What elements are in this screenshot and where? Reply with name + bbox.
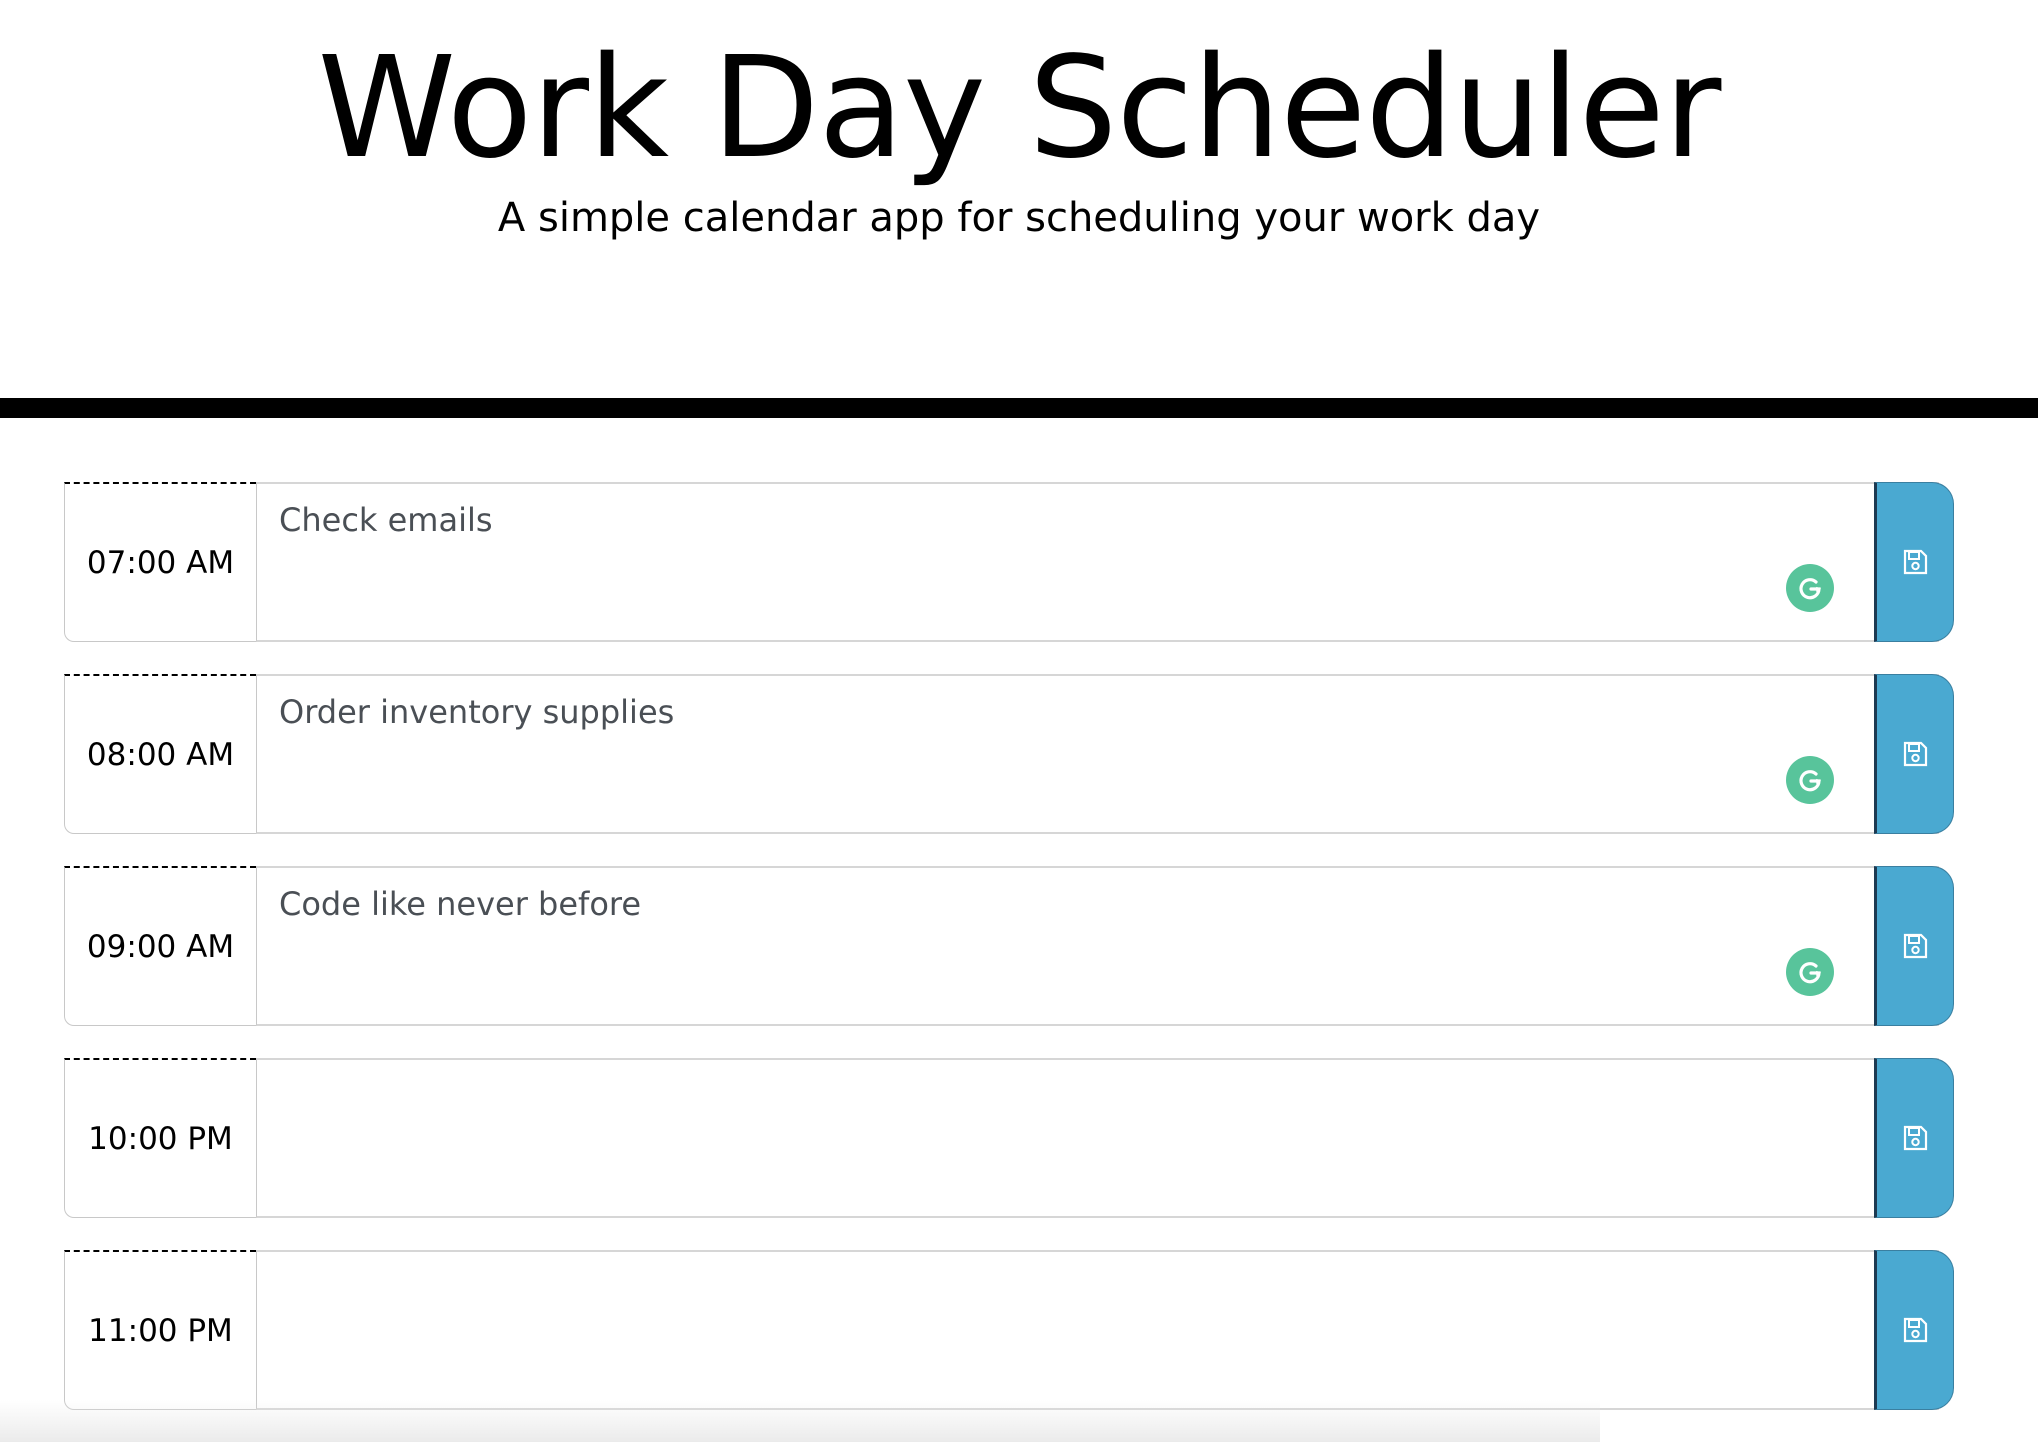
event-description-input[interactable]: Check emails [256,482,1939,642]
save-icon [1903,549,1928,575]
save-icon [1903,1125,1928,1151]
hour-label: 09:00 AM [64,866,256,1026]
save-button[interactable] [1874,866,1954,1026]
bottom-shadow [0,1400,1600,1442]
event-description-input[interactable] [256,1058,1939,1218]
event-description-input[interactable] [256,1250,1939,1410]
time-block: 11:00 PM [64,1250,1954,1410]
hour-label: 07:00 AM [64,482,256,642]
time-block: 08:00 AM Order inventory supplies [64,674,1954,834]
save-icon [1903,933,1928,959]
save-button[interactable] [1874,1250,1954,1410]
time-block: 07:00 AM Check emails [64,482,1954,642]
save-icon [1903,1317,1928,1343]
hour-label: 08:00 AM [64,674,256,834]
grammarly-icon[interactable] [1786,948,1834,996]
save-icon [1903,741,1928,767]
save-button[interactable] [1874,674,1954,834]
time-block-list: 07:00 AM Check emails 08:00 AM Order inv… [0,0,2038,1442]
hour-label: 11:00 PM [64,1250,256,1410]
save-button[interactable] [1874,482,1954,642]
hour-label: 10:00 PM [64,1058,256,1218]
save-button[interactable] [1874,1058,1954,1218]
grammarly-icon[interactable] [1786,564,1834,612]
time-block: 09:00 AM Code like never before [64,866,1954,1026]
event-description-input[interactable]: Code like never before [256,866,1939,1026]
event-description-input[interactable]: Order inventory supplies [256,674,1939,834]
time-block: 10:00 PM [64,1058,1954,1218]
grammarly-icon[interactable] [1786,756,1834,804]
